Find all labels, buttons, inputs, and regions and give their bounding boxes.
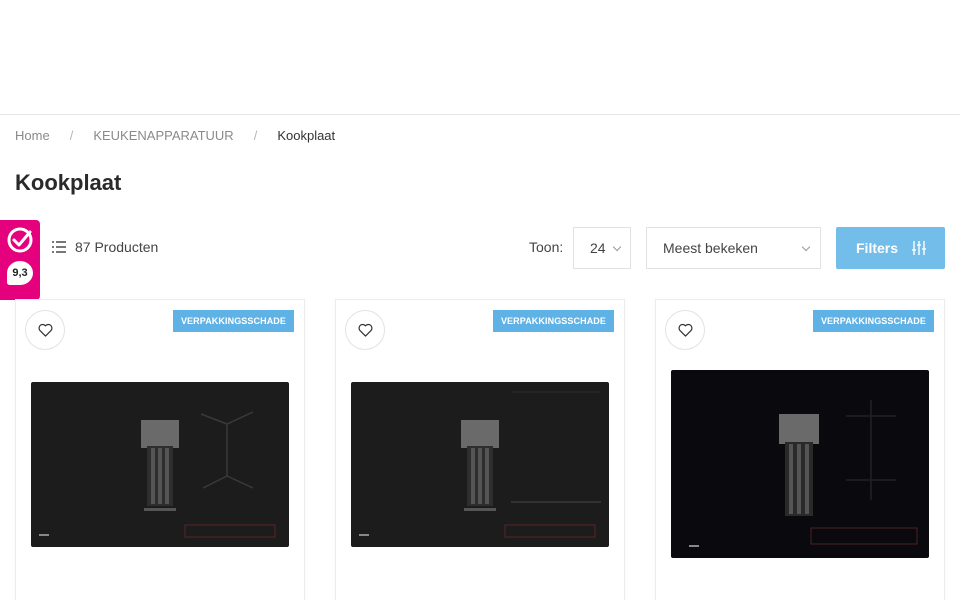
wishlist-button[interactable] (665, 310, 705, 350)
sliders-icon (912, 241, 926, 255)
product-card[interactable]: VERPAKKINGSSCHADE (655, 299, 945, 600)
breadcrumb-separator: / (253, 128, 258, 143)
site-header (0, 0, 960, 115)
damage-tag: VERPAKKINGSSCHADE (172, 310, 294, 332)
per-page-select[interactable]: 24 (573, 227, 631, 269)
page-title: Kookplaat (15, 170, 122, 195)
sort-value: Meest bekeken (663, 240, 758, 256)
wishlist-button[interactable] (25, 310, 65, 350)
heart-icon (357, 323, 373, 337)
breadcrumb-home[interactable]: Home (15, 128, 50, 143)
chevron-down-icon (612, 242, 622, 252)
review-score: 9,3 (7, 261, 33, 285)
damage-tag: VERPAKKINGSSCHADE (812, 310, 934, 332)
product-card[interactable]: VERPAKKINGSSCHADE (335, 299, 625, 600)
wishlist-button[interactable] (345, 310, 385, 350)
per-page-label: Toon: (529, 239, 564, 255)
filters-button[interactable]: Filters (836, 227, 945, 269)
breadcrumb: Home / KEUKENAPPARATUUR / Kookplaat (15, 128, 335, 143)
product-count: 87 Producten (75, 239, 159, 255)
induction-hob-with-downdraft-image[interactable] (31, 382, 289, 547)
damage-tag: VERPAKKINGSSCHADE (492, 310, 614, 332)
per-page-value: 24 (590, 240, 606, 256)
heart-icon (37, 323, 53, 337)
breadcrumb-separator: / (69, 128, 74, 143)
heart-icon (677, 323, 693, 337)
kiyoh-check-icon (7, 227, 33, 253)
sort-select[interactable]: Meest bekeken (646, 227, 821, 269)
induction-hob-with-downdraft-image[interactable] (671, 370, 929, 558)
chevron-down-icon (801, 242, 811, 252)
breadcrumb-keukenapparatuur[interactable]: KEUKENAPPARATUUR (93, 128, 233, 143)
breadcrumb-current: Kookplaat (277, 128, 336, 143)
induction-hob-with-downdraft-image[interactable] (351, 382, 609, 547)
list-view-icon[interactable] (52, 241, 66, 253)
filters-label: Filters (856, 240, 899, 256)
product-card[interactable]: VERPAKKINGSSCHADE (15, 299, 305, 600)
review-badge[interactable]: 9,3 (0, 220, 40, 300)
